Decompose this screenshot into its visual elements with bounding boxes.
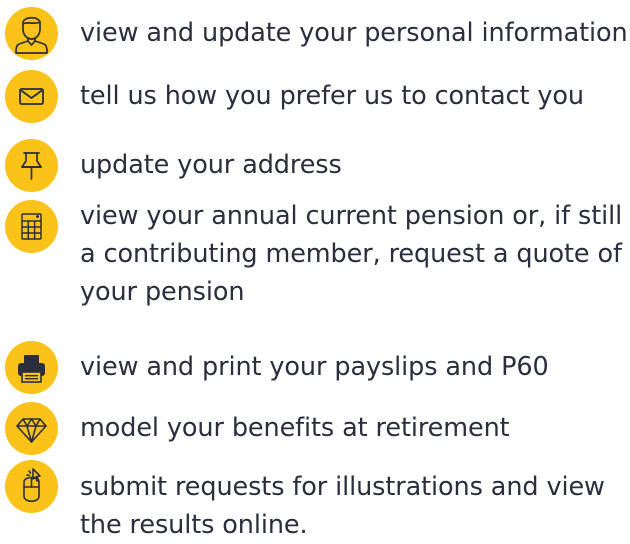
feature-label: update your address — [80, 150, 342, 180]
feature-label: view and print your payslips and P60 — [80, 352, 549, 382]
feature-label: view and update your personal informatio… — [80, 18, 628, 48]
envelope-icon — [5, 70, 58, 123]
person-icon — [5, 7, 58, 60]
calculator-icon — [5, 200, 58, 253]
feature-label: view your annual current pension or, if … — [80, 201, 623, 307]
printer-icon — [5, 341, 58, 394]
pushpin-icon — [5, 139, 58, 192]
diamond-icon — [5, 402, 58, 455]
mouse-icon — [5, 460, 58, 513]
feature-label: model your benefits at retirement — [80, 413, 510, 443]
feature-label: submit requests for illustrations and vi… — [80, 472, 605, 540]
feature-label: tell us how you prefer us to contact you — [80, 81, 584, 111]
